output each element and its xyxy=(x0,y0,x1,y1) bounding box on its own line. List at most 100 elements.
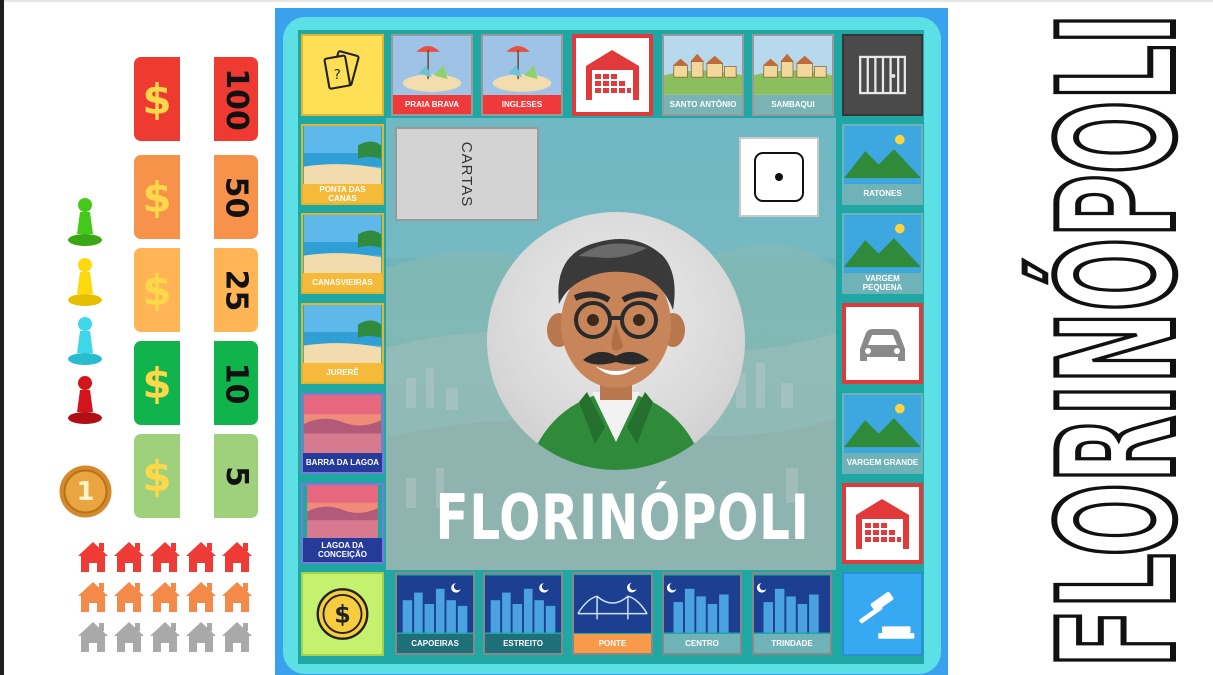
property-vargem-grande[interactable]: VARGEM GRANDE xyxy=(842,393,923,474)
warehouse-space-right[interactable] xyxy=(842,483,923,564)
property-centro[interactable]: CENTRO xyxy=(662,572,742,655)
property-trindade[interactable]: TRINDADE xyxy=(752,572,832,655)
property-lagoa-da-conceicao[interactable]: LAGOA DA CONCEIÇÃO xyxy=(301,483,384,564)
beach-chairs-icon xyxy=(393,36,471,95)
property-capoeiras[interactable]: CAPOEIRAS xyxy=(395,572,475,655)
money-bill-100[interactable]: $ 100 xyxy=(134,57,258,141)
corner-cards[interactable]: ? xyxy=(301,34,384,116)
property-name: RATONES xyxy=(844,184,921,203)
orange-house-icons xyxy=(78,582,252,612)
houses-stock[interactable] xyxy=(76,538,261,658)
corner-start[interactable]: $ xyxy=(301,572,384,656)
money-bill-25[interactable]: $ 25 xyxy=(134,248,258,332)
bill-value: 100 xyxy=(218,67,254,131)
money-bill-10[interactable]: $ 10 xyxy=(134,341,258,425)
cards-question-icon: ? xyxy=(323,50,360,90)
night-city-icon xyxy=(664,575,740,633)
dollar-icon: $ xyxy=(142,265,172,315)
warehouse-space-top[interactable] xyxy=(572,34,653,116)
dollar-coin-icon: $ xyxy=(316,588,369,640)
property-name: VARGEM GRANDE xyxy=(844,453,921,472)
property-name: CENTRO xyxy=(664,634,740,653)
warehouse-icon xyxy=(586,50,639,100)
property-ponte[interactable]: PONTE xyxy=(572,572,653,655)
night-city-icon xyxy=(754,575,830,633)
property-name: INGLESES xyxy=(483,95,561,114)
property-name: VARGEM PEQUENA xyxy=(844,273,921,292)
cyan-pawn-icon[interactable] xyxy=(66,315,104,367)
property-ponta-das-canas[interactable]: PONTA DAS CANAS xyxy=(301,124,384,205)
bill-value: 50 xyxy=(218,176,254,218)
gray-house-icons xyxy=(78,622,252,652)
mountain-sun-icon xyxy=(844,395,921,453)
property-name: CAPOEIRAS xyxy=(397,634,473,653)
property-name: PONTA DAS CANAS xyxy=(303,184,382,203)
die-pip xyxy=(775,173,783,181)
village-icon xyxy=(664,36,742,95)
money-bill-5[interactable]: $ 5 xyxy=(134,434,258,518)
property-ratones[interactable]: RATONES xyxy=(842,124,923,205)
red-house-icons xyxy=(78,542,252,572)
sunset-lake-icon xyxy=(307,485,378,538)
beach-chairs-icon xyxy=(483,36,561,95)
village-icon xyxy=(754,36,832,95)
mascot-portrait xyxy=(487,212,745,470)
bill-value: 10 xyxy=(218,362,254,404)
property-name: CANASVIEIRAS xyxy=(303,273,382,292)
side-title: FLORINÓPOLI xyxy=(1023,13,1211,668)
board-title: FLORINÓPOLI xyxy=(435,481,810,554)
money-bill-50[interactable]: $ 50 xyxy=(134,155,258,239)
night-city-icon xyxy=(397,575,473,633)
corner-auction[interactable] xyxy=(842,572,923,656)
jail-icon xyxy=(859,55,906,95)
property-barra-da-lagoa[interactable]: BARRA DA LAGOA xyxy=(301,393,384,474)
warehouse-icon xyxy=(856,499,909,549)
dollar-icon: $ xyxy=(142,358,172,408)
sunset-lake-icon xyxy=(303,395,382,453)
green-pawn-icon[interactable] xyxy=(66,196,104,248)
palm-beach-icon xyxy=(303,126,382,184)
bridge-icon xyxy=(574,575,651,633)
property-name: TRINDADE xyxy=(754,634,830,653)
svg-text:?: ? xyxy=(334,68,341,83)
dollar-icon: $ xyxy=(142,172,172,222)
property-name: SAMBAQUI xyxy=(754,95,832,114)
cards-deck[interactable]: CARTAS xyxy=(395,127,539,221)
svg-text:$: $ xyxy=(334,601,351,629)
parking-space[interactable] xyxy=(842,303,923,384)
die-face-icon xyxy=(754,152,804,202)
property-name: LAGOA DA CONCEIÇÃO xyxy=(303,538,382,562)
property-name: JURERÊ xyxy=(303,363,382,382)
property-name: BARRA DA LAGOA xyxy=(303,453,382,472)
bill-value: 25 xyxy=(218,269,254,311)
top-divider xyxy=(0,0,1213,2)
property-name: PRAIA BRAVA xyxy=(393,95,471,114)
car-icon xyxy=(860,329,905,361)
property-ingleses[interactable]: INGLESES xyxy=(481,34,563,116)
property-santo-antonio[interactable]: SANTO ANTÔNIO xyxy=(662,34,744,116)
property-jurere[interactable]: JURERÊ xyxy=(301,303,384,384)
coin-token[interactable]: 1 xyxy=(58,464,113,519)
corner-jail[interactable] xyxy=(842,34,923,116)
property-name: PONTE xyxy=(574,634,651,653)
property-canasvieiras[interactable]: CANASVIEIRAS xyxy=(301,213,384,294)
night-city-icon xyxy=(485,575,561,633)
yellow-pawn-icon[interactable] xyxy=(66,256,104,308)
property-vargem-pequena[interactable]: VARGEM PEQUENA xyxy=(842,213,923,294)
red-pawn-icon[interactable] xyxy=(66,374,104,426)
property-name: SANTO ANTÔNIO xyxy=(664,95,742,114)
palm-beach-icon xyxy=(303,305,382,363)
cards-label: CARTAS xyxy=(458,141,476,207)
bill-value: 5 xyxy=(218,465,254,487)
property-estreito[interactable]: ESTREITO xyxy=(483,572,563,655)
coin-value: 1 xyxy=(76,476,95,507)
dollar-icon: $ xyxy=(142,451,172,501)
die[interactable] xyxy=(739,137,819,217)
mountain-sun-icon xyxy=(844,215,921,273)
property-sambaqui[interactable]: SAMBAQUI xyxy=(752,34,834,116)
dollar-icon: $ xyxy=(142,74,172,124)
property-praia-brava[interactable]: PRAIA BRAVA xyxy=(391,34,473,116)
property-name: ESTREITO xyxy=(485,634,561,653)
game-screen: $ 100 $ 50 $ 25 $ 10 $ 5 1 ? $ PRAIA BRA… xyxy=(0,0,1213,675)
mountain-sun-icon xyxy=(844,126,921,184)
